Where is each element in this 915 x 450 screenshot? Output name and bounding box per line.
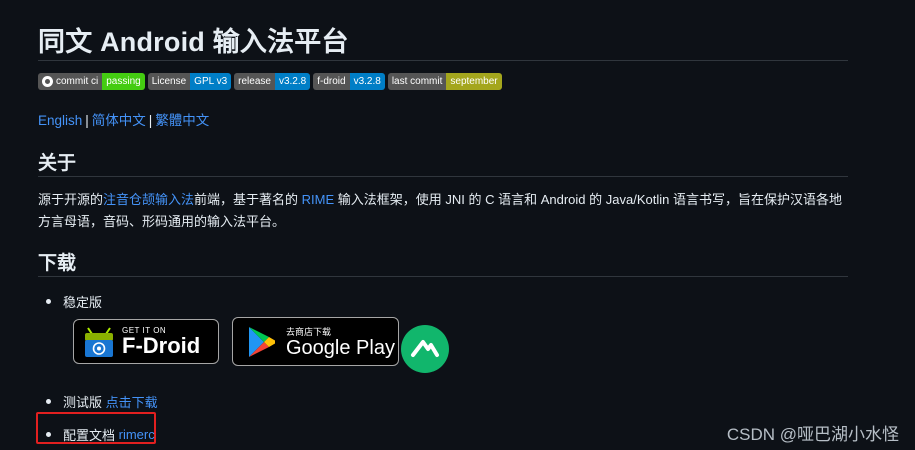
- last-commit-badge[interactable]: last commit september: [387, 73, 502, 90]
- page-title: 同文 Android 输入法平台: [38, 27, 349, 57]
- fdroid-icon: [85, 326, 113, 357]
- badge-value: GPL v3: [190, 73, 232, 90]
- store-big-text: F-Droid: [122, 333, 201, 358]
- rime-link[interactable]: RIME: [302, 192, 335, 207]
- badge-label: release: [234, 73, 275, 90]
- download-divider: [38, 276, 848, 277]
- traditional-chinese-link[interactable]: 繁體中文: [155, 113, 209, 128]
- about-text: 前端，基于著名的: [194, 192, 302, 207]
- beta-label: 测试版: [63, 395, 103, 410]
- list-item-beta: 测试版 点击下载: [46, 392, 158, 411]
- language-links: English | 简体中文 | 繁體中文: [38, 109, 209, 129]
- badge-value: v3.2.8: [274, 73, 311, 90]
- google-play-icon: [249, 326, 275, 357]
- coolapk-download-button[interactable]: [401, 325, 449, 373]
- separator: |: [148, 113, 153, 128]
- stable-label: 稳定版: [63, 295, 103, 310]
- bullet: [46, 432, 51, 437]
- fdroid-badge[interactable]: f-droid v3.2.8: [313, 73, 385, 90]
- zhuyin-cangjie-link[interactable]: 注音仓颉输入法: [103, 192, 194, 207]
- license-badge[interactable]: License GPL v3: [147, 73, 232, 90]
- watermark: CSDN @哑巴湖小水怪: [726, 425, 899, 444]
- english-link[interactable]: English: [38, 113, 82, 128]
- badge-label: last commit: [387, 73, 447, 90]
- badge-label: f-droid: [313, 73, 350, 90]
- release-badge[interactable]: release v3.2.8: [234, 73, 311, 90]
- beta-download-link[interactable]: 点击下载: [106, 392, 158, 411]
- badge-label: commit ci: [56, 76, 99, 87]
- about-divider: [38, 176, 848, 177]
- download-heading: 下载: [38, 253, 77, 274]
- about-text: 源于开源的: [38, 192, 104, 207]
- about-heading: 关于: [38, 153, 77, 174]
- title-divider: [38, 60, 848, 61]
- github-icon: [42, 76, 53, 87]
- config-label: 配置文档: [63, 428, 116, 443]
- rimerc-link[interactable]: rimerc: [119, 427, 155, 442]
- badge-value: v3.2.8: [349, 73, 385, 90]
- badge-label: License: [147, 73, 191, 90]
- store-big-text: Google Play: [286, 337, 395, 359]
- coolapk-icon: [411, 340, 439, 357]
- about-paragraph: 源于开源的注音仓颉输入法前端，基于著名的 RIME 输入法框架，使用 JNI 的…: [38, 189, 848, 233]
- bullet: [46, 399, 51, 404]
- badge-row: commit ci passing License GPL v3 release…: [38, 73, 502, 90]
- badge-value: september: [446, 73, 502, 90]
- separator: |: [85, 113, 89, 128]
- simplified-chinese-link[interactable]: 简体中文: [92, 113, 146, 128]
- badge-value: passing: [102, 73, 145, 90]
- list-item-config: 配置文档 rimerc: [46, 425, 155, 444]
- list-item-stable: 稳定版: [46, 292, 102, 311]
- google-play-download-button[interactable]: 去商店下载 Google Play: [232, 317, 399, 366]
- commit-ci-badge[interactable]: commit ci passing: [38, 73, 145, 90]
- fdroid-download-button[interactable]: GET IT ON F-Droid: [73, 319, 219, 364]
- bullet: [46, 299, 51, 304]
